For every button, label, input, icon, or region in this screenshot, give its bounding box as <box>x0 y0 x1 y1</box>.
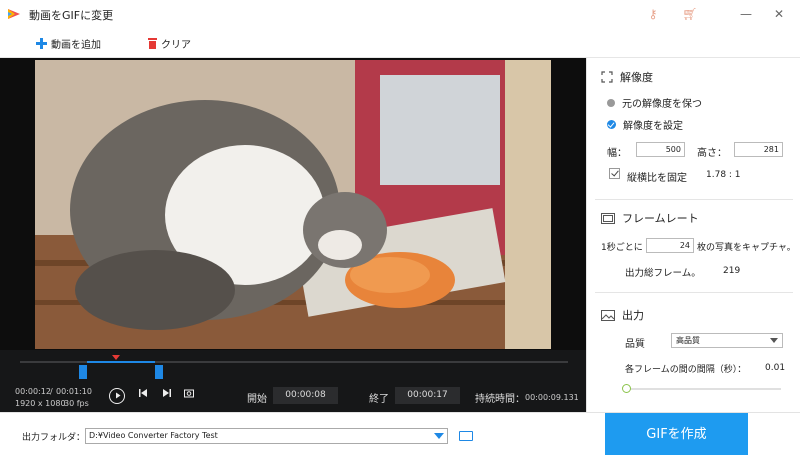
output-header: 出力 <box>601 307 644 323</box>
output-folder-label: 出力フォルダ： <box>22 433 86 443</box>
folder-icon[interactable] <box>459 431 473 441</box>
toolbar: 動画を追加 クリア <box>0 28 800 58</box>
player-controls: 00:00:12 / 00:01:10 1920 x 1080 30 fps 開… <box>0 350 586 412</box>
fullscreen-icon <box>601 71 613 83</box>
create-gif-button[interactable]: GIFを作成 <box>605 413 748 455</box>
chevron-down-icon <box>770 338 778 343</box>
start-label: 開始 <box>247 394 267 405</box>
divider <box>595 199 793 200</box>
width-label: 幅： <box>607 148 627 159</box>
interval-slider-knob[interactable] <box>622 384 631 393</box>
close-button[interactable]: ✕ <box>768 4 790 24</box>
output-folder-path: D:¥Video Converter Factory Test <box>89 431 218 440</box>
bottom-bar: 出力フォルダ： D:¥Video Converter Factory Test … <box>0 412 800 455</box>
output-folder-select[interactable]: D:¥Video Converter Factory Test <box>85 428 448 444</box>
set-resolution-label: 解像度を設定 <box>623 121 683 132</box>
chevron-down-icon <box>434 433 444 439</box>
clear-label: クリア <box>161 40 191 51</box>
trash-icon <box>148 38 157 49</box>
video-frame <box>35 60 551 349</box>
current-time: 00:00:12 <box>15 387 51 396</box>
plus-icon <box>36 38 47 49</box>
total-frames-label: 出力総フレーム。 <box>625 268 701 279</box>
lock-ratio-label: 縦横比を固定 <box>627 173 687 184</box>
framerate-input[interactable]: 24 <box>646 238 694 253</box>
trim-range <box>87 361 155 363</box>
skip-forward-icon <box>163 389 171 397</box>
interval-value: 0.01 <box>765 363 786 373</box>
resolution-header: 解像度 <box>601 69 653 85</box>
duration-value: 00:00:09.131 <box>525 393 579 402</box>
trim-start-handle[interactable] <box>79 365 88 379</box>
skip-back-icon <box>139 389 147 397</box>
end-time-input[interactable]: 00:00:17 <box>395 387 460 404</box>
interval-label: 各フレームの間の間隔（秒）： <box>625 365 747 375</box>
quality-value: 高品質 <box>676 336 700 345</box>
window-title: 動画をGIFに変更 <box>29 9 114 22</box>
radio-selected-icon <box>607 120 616 129</box>
keep-resolution-option[interactable]: 元の解像度を保つ <box>607 95 702 110</box>
interval-slider-track[interactable] <box>627 388 781 390</box>
time-separator: / <box>50 387 53 396</box>
total-time: 00:01:10 <box>56 387 92 396</box>
clear-button[interactable]: クリア <box>148 36 191 51</box>
minimize-button[interactable]: — <box>735 4 757 24</box>
prev-frame-button[interactable] <box>137 388 149 404</box>
height-label: 高さ： <box>697 148 727 159</box>
video-resolution: 1920 x 1080 <box>15 399 66 408</box>
width-input[interactable]: 500 <box>636 142 685 157</box>
resolution-title: 解像度 <box>620 71 653 84</box>
video-preview[interactable] <box>0 58 586 350</box>
divider <box>595 292 793 293</box>
output-title: 出力 <box>622 309 644 322</box>
duration-label: 持続時間： <box>475 394 525 405</box>
add-video-label: 動画を追加 <box>51 40 101 51</box>
film-icon <box>601 212 615 224</box>
framerate-header: フレームレート <box>601 210 699 226</box>
playhead-marker[interactable] <box>111 355 120 360</box>
image-icon <box>601 309 615 321</box>
add-video-button[interactable]: 動画を追加 <box>36 36 101 51</box>
video-fps: 30 fps <box>64 399 89 408</box>
snapshot-button[interactable] <box>183 388 195 404</box>
lock-ratio-checkbox[interactable] <box>609 168 620 179</box>
settings-panel: 解像度 元の解像度を保つ 解像度を設定 幅： 500 高さ： 281 縦横比を固… <box>586 58 800 412</box>
set-resolution-option[interactable]: 解像度を設定 <box>607 117 683 132</box>
end-label: 終了 <box>369 394 389 405</box>
aspect-ratio-value: 1.78 : 1 <box>706 170 741 180</box>
key-icon[interactable]: ⚷ <box>645 6 661 22</box>
play-icon <box>115 392 120 399</box>
framerate-prefix: 1秒ごとに <box>601 243 643 253</box>
play-button[interactable] <box>109 388 125 404</box>
cart-icon[interactable]: 🛒︎ <box>682 6 698 22</box>
start-time-input[interactable]: 00:00:08 <box>273 387 338 404</box>
keep-resolution-label: 元の解像度を保つ <box>622 99 702 110</box>
framerate-title: フレームレート <box>622 212 699 225</box>
quality-select[interactable]: 高品質 <box>671 333 783 348</box>
height-input[interactable]: 281 <box>734 142 783 157</box>
total-frames-value: 219 <box>723 266 741 276</box>
framerate-suffix: 枚の写真をキャプチャ。 <box>697 243 796 253</box>
quality-label: 品質 <box>625 339 645 350</box>
next-frame-button[interactable] <box>161 388 173 404</box>
radio-unselected-icon <box>607 98 615 107</box>
trim-end-handle[interactable] <box>154 365 163 379</box>
title-bar: 動画をGIFに変更 ⚷ 🛒︎ — ✕ <box>0 0 800 28</box>
app-logo-icon <box>8 9 20 19</box>
camera-icon <box>184 389 194 398</box>
